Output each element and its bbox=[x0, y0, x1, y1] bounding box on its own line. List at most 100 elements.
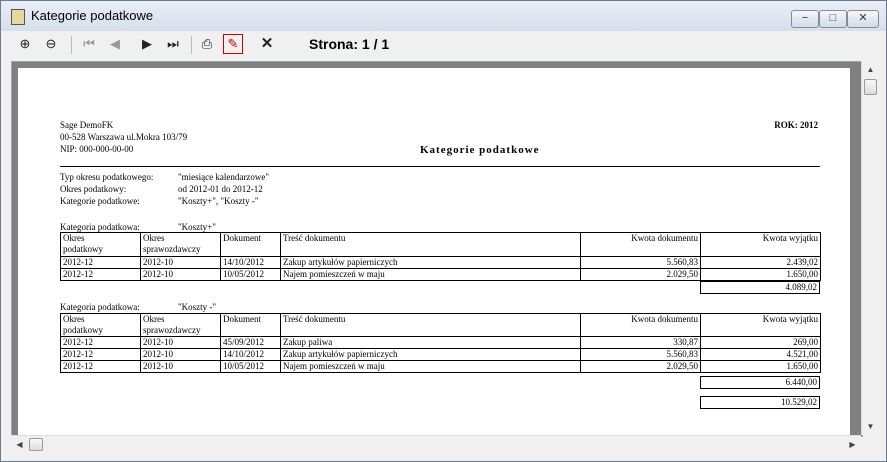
column-header: Okres podatkowy bbox=[60, 232, 141, 257]
report-title: Kategorie podatkowe bbox=[420, 144, 540, 156]
zoom-in-button[interactable]: ⊕ bbox=[15, 34, 35, 54]
section-table: Okres podatkowy Okres sprawozdawczy Doku… bbox=[60, 232, 821, 281]
table-cell: 2012-12 bbox=[60, 256, 141, 269]
column-header: Kwota dokumentu bbox=[580, 313, 701, 337]
table-cell: 10/05/2012 bbox=[220, 268, 281, 281]
zoom-in-icon: ⊕ bbox=[19, 36, 31, 51]
prev-page-button[interactable]: ◀ bbox=[105, 34, 125, 54]
section-subtotal: 4.089,02 bbox=[700, 281, 820, 294]
toolbar-separator bbox=[71, 36, 72, 54]
param-label: Typ okresu podatkowego: bbox=[60, 172, 154, 182]
section-name: "Koszty -" bbox=[178, 302, 217, 312]
table-header-row: Okres podatkowy Okres sprawozdawczy Doku… bbox=[60, 313, 821, 337]
table-cell: 14/10/2012 bbox=[220, 348, 281, 361]
table-cell: 2012-10 bbox=[140, 268, 221, 281]
column-header: Kwota wyjątku bbox=[700, 313, 821, 337]
zoom-out-icon: ⊖ bbox=[45, 36, 57, 51]
last-page-button[interactable]: ⏭ bbox=[163, 34, 183, 54]
next-page-icon: ▶ bbox=[142, 36, 152, 51]
scroll-left-icon[interactable]: ◀ bbox=[11, 436, 28, 453]
title-bar[interactable]: Kategorie podatkowe − □ ✕ bbox=[1, 1, 886, 31]
preview-viewport[interactable]: Sage DemoFK 00-528 Warszawa ul.Mokra 103… bbox=[11, 61, 863, 437]
first-page-button[interactable]: ⏮ bbox=[79, 34, 99, 54]
close-window-button[interactable]: ✕ bbox=[847, 10, 879, 28]
table-cell: 2012-12 bbox=[60, 268, 141, 281]
table-cell: 45/09/2012 bbox=[220, 336, 281, 349]
table-cell: 10/05/2012 bbox=[220, 360, 281, 373]
maximize-button[interactable]: □ bbox=[819, 10, 847, 28]
horizontal-scrollbar[interactable]: ◀ ▶ bbox=[11, 435, 861, 453]
table-cell: 2.029,50 bbox=[580, 360, 701, 373]
toolbar: ⊕ ⊖ ⏮ ◀ ▶ ⏭ ⎙ ✎ ✕ Strona: 1 / 1 bbox=[1, 31, 886, 59]
scroll-down-icon[interactable]: ▼ bbox=[862, 418, 879, 435]
column-header: Dokument bbox=[220, 232, 281, 257]
table-cell: Najem pomieszczeń w maju bbox=[280, 268, 581, 281]
vertical-scrollbar[interactable]: ▲ ▼ bbox=[861, 61, 879, 435]
close-icon: ✕ bbox=[260, 35, 274, 52]
grand-total: 10.529,02 bbox=[700, 396, 820, 409]
horizontal-scroll-thumb[interactable] bbox=[29, 438, 43, 451]
toolbar-separator bbox=[191, 36, 192, 54]
report-preview-window: Kategorie podatkowe − □ ✕ ⊕ ⊖ ⏮ ◀ ▶ ⏭ ⎙ … bbox=[0, 0, 887, 462]
column-header: Kwota wyjątku bbox=[700, 232, 821, 257]
table-row: 2012-12 2012-10 14/10/2012 Zakup artykuł… bbox=[60, 348, 821, 361]
first-page-icon: ⏮ bbox=[83, 36, 95, 51]
param-value: "Koszty+", "Koszty -" bbox=[178, 196, 259, 206]
table-cell: Zakup artykułów papierniczych bbox=[280, 256, 581, 269]
pdf-export-button[interactable]: ✎ bbox=[223, 34, 243, 54]
column-header: Treść dokumentu bbox=[280, 232, 581, 257]
table-cell: 2012-10 bbox=[140, 360, 221, 373]
last-page-icon: ⏭ bbox=[167, 36, 179, 51]
table-cell: Zakup paliwa bbox=[280, 336, 581, 349]
param-value: od 2012-01 do 2012-12 bbox=[178, 184, 263, 194]
page-indicator: Strona: 1 / 1 bbox=[309, 36, 390, 52]
next-page-button[interactable]: ▶ bbox=[137, 34, 157, 54]
print-button[interactable]: ⎙ bbox=[197, 34, 217, 54]
table-cell: 2.439,02 bbox=[700, 256, 821, 269]
column-header: Okres podatkowy bbox=[60, 313, 141, 337]
app-icon bbox=[11, 9, 25, 25]
param-label: Okres podatkowy: bbox=[60, 184, 127, 194]
close-preview-button[interactable]: ✕ bbox=[257, 34, 277, 54]
table-cell: Najem pomieszczeń w maju bbox=[280, 360, 581, 373]
table-header-row: Okres podatkowy Okres sprawozdawczy Doku… bbox=[60, 232, 821, 257]
table-cell: 2012-10 bbox=[140, 256, 221, 269]
table-row: 2012-12 2012-10 45/09/2012 Zakup paliwa … bbox=[60, 336, 821, 349]
table-cell: 5.560,83 bbox=[580, 256, 701, 269]
report-year: ROK: 2012 bbox=[774, 120, 818, 130]
window-title: Kategorie podatkowe bbox=[31, 8, 154, 23]
table-cell: 1.650,00 bbox=[700, 268, 821, 281]
table-cell: 1.650,00 bbox=[700, 360, 821, 373]
section-label: Kategoria podatkowa: bbox=[60, 302, 140, 312]
table-cell: 2012-10 bbox=[140, 348, 221, 361]
company-nip: NIP: 000-000-00-00 bbox=[60, 144, 134, 154]
column-header: Kwota dokumentu bbox=[580, 232, 701, 257]
table-cell: 2.029,50 bbox=[580, 268, 701, 281]
column-header: Dokument bbox=[220, 313, 281, 337]
company-name: Sage DemoFK bbox=[60, 120, 114, 130]
minimize-button[interactable]: − bbox=[791, 10, 819, 28]
scroll-up-icon[interactable]: ▲ bbox=[862, 61, 879, 78]
table-cell: 5.560,83 bbox=[580, 348, 701, 361]
table-row: 2012-12 2012-10 10/05/2012 Najem pomiesz… bbox=[60, 268, 821, 281]
section-label: Kategoria podatkowa: bbox=[60, 222, 140, 232]
column-header: Treść dokumentu bbox=[280, 313, 581, 337]
header-divider bbox=[60, 166, 820, 167]
printer-icon: ⎙ bbox=[201, 36, 213, 51]
company-address: 00-528 Warszawa ul.Mokra 103/79 bbox=[60, 132, 188, 142]
zoom-out-button[interactable]: ⊖ bbox=[41, 34, 61, 54]
vertical-scroll-thumb[interactable] bbox=[864, 79, 877, 95]
section-name: "Koszty+" bbox=[178, 222, 216, 232]
prev-page-icon: ◀ bbox=[110, 36, 120, 51]
param-label: Kategorie podatkowe: bbox=[60, 196, 140, 206]
section-table: Okres podatkowy Okres sprawozdawczy Doku… bbox=[60, 313, 821, 373]
table-row: 2012-12 2012-10 10/05/2012 Najem pomiesz… bbox=[60, 360, 821, 373]
table-cell: 2012-10 bbox=[140, 336, 221, 349]
table-cell: Zakup artykułów papierniczych bbox=[280, 348, 581, 361]
table-cell: 14/10/2012 bbox=[220, 256, 281, 269]
column-header: Okres sprawozdawczy bbox=[140, 232, 221, 257]
table-cell: 4.521,00 bbox=[700, 348, 821, 361]
param-value: "miesiące kalendarzowe" bbox=[178, 172, 270, 182]
scroll-right-icon[interactable]: ▶ bbox=[844, 436, 861, 453]
section-subtotal: 6.440,00 bbox=[700, 376, 820, 389]
